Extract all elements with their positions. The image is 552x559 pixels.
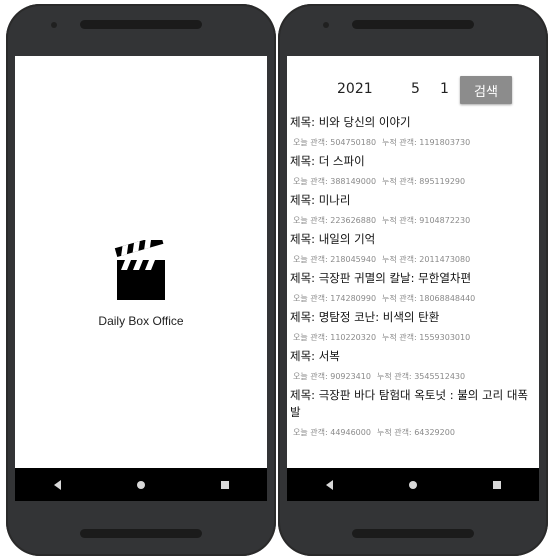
movie-title: 제목: 명탐정 코난: 비색의 탄환	[290, 310, 440, 324]
today-audience-label: 오늘 관객:	[293, 333, 328, 342]
today-audience-value: 218045940	[330, 255, 377, 264]
front-camera	[51, 22, 57, 28]
back-button[interactable]	[314, 475, 344, 495]
today-audience-value: 504750180	[330, 138, 377, 147]
movie-stats: 오늘 관객: 110220320 누적 관객: 1559303010	[290, 332, 536, 343]
day-field[interactable]: 1	[440, 81, 449, 97]
total-audience-label: 누적 관객:	[376, 428, 412, 437]
back-triangle-icon	[325, 479, 333, 490]
total-audience-label: 누적 관객:	[382, 138, 417, 147]
back-button[interactable]	[42, 475, 72, 495]
total-audience-label: 누적 관객:	[382, 333, 417, 342]
movie-list: 제목: 비와 당신의 이야기오늘 관객: 504750180 누적 관객: 119…	[290, 114, 536, 443]
list-item[interactable]: 제목: 명탐정 코난: 비색의 탄환오늘 관객: 110220320 누적 관객:…	[290, 309, 536, 343]
today-audience-label: 오늘 관객:	[293, 138, 328, 147]
total-audience-label: 누적 관객:	[382, 216, 417, 225]
movie-title: 제목: 미나리	[290, 193, 351, 207]
home-button[interactable]	[126, 475, 156, 495]
total-audience-label: 누적 관객:	[376, 372, 412, 381]
year-field[interactable]: 2021	[337, 81, 373, 97]
movie-stats: 오늘 관객: 44946000 누적 관객: 64329200	[290, 427, 536, 438]
date-search-row: 2021 5 1 검색	[287, 76, 539, 104]
phone-frame-left: Daily Box Office	[6, 4, 276, 556]
phone-frame-right: 2021 5 1 검색 제목: 비와 당신의 이야기오늘 관객: 5047501…	[278, 4, 548, 556]
today-audience-value: 44946000	[330, 428, 371, 437]
list-item[interactable]: 제목: 서복오늘 관객: 90923410 누적 관객: 3545512430	[290, 348, 536, 382]
list-item[interactable]: 제목: 극장판 귀멸의 칼날: 무한열차편오늘 관객: 174280990 누적 …	[290, 270, 536, 304]
splash-screen: Daily Box Office	[15, 56, 267, 468]
app-title: Daily Box Office	[98, 314, 184, 328]
movie-stats: 오늘 관객: 218045940 누적 관객: 2011473080	[290, 254, 536, 265]
search-button[interactable]: 검색	[460, 76, 512, 104]
total-audience-value: 9104872230	[419, 216, 471, 225]
today-audience-label: 오늘 관객:	[293, 255, 328, 264]
total-audience-value: 1559303010	[419, 333, 471, 342]
bottom-speaker	[352, 529, 474, 538]
total-audience-value: 1191803730	[419, 138, 471, 147]
recents-button[interactable]	[210, 475, 240, 495]
earpiece-speaker	[80, 20, 202, 29]
total-audience-label: 누적 관객:	[382, 177, 417, 186]
movie-stats: 오늘 관객: 223626880 누적 관객: 9104872230	[290, 215, 536, 226]
recents-square-icon	[493, 480, 501, 489]
total-audience-label: 누적 관객:	[382, 255, 417, 264]
today-audience-value: 174280990	[330, 294, 377, 303]
back-triangle-icon	[53, 479, 61, 490]
bottom-speaker	[80, 529, 202, 538]
home-circle-icon	[409, 480, 417, 489]
box-office-screen: 2021 5 1 검색 제목: 비와 당신의 이야기오늘 관객: 5047501…	[287, 56, 539, 468]
today-audience-label: 오늘 관객:	[293, 177, 328, 186]
movie-title: 제목: 더 스파이	[290, 154, 365, 168]
today-audience-label: 오늘 관객:	[293, 372, 328, 381]
total-audience-value: 3545512430	[414, 372, 466, 381]
month-field[interactable]: 5	[411, 81, 420, 97]
home-button[interactable]	[398, 475, 428, 495]
movie-title: 제목: 극장판 귀멸의 칼날: 무한열차편	[290, 271, 472, 285]
movie-title: 제목: 내일의 기억	[290, 232, 376, 246]
front-camera	[323, 22, 329, 28]
today-audience-label: 오늘 관객:	[293, 428, 328, 437]
list-item[interactable]: 제목: 극장판 바다 탐험대 옥토넛 : 불의 고리 대폭발오늘 관객: 449…	[290, 387, 536, 438]
total-audience-value: 895119290	[419, 177, 466, 186]
today-audience-value: 90923410	[330, 372, 371, 381]
recents-square-icon	[221, 480, 229, 489]
recents-button[interactable]	[482, 475, 512, 495]
list-item[interactable]: 제목: 비와 당신의 이야기오늘 관객: 504750180 누적 관객: 119…	[290, 114, 536, 148]
today-audience-label: 오늘 관객:	[293, 294, 328, 303]
list-item[interactable]: 제목: 더 스파이오늘 관객: 388149000 누적 관객: 89511929…	[290, 153, 536, 187]
home-circle-icon	[137, 480, 145, 489]
total-audience-value: 64329200	[414, 428, 455, 437]
earpiece-speaker	[352, 20, 474, 29]
total-audience-label: 누적 관객:	[382, 294, 417, 303]
movie-title: 제목: 극장판 바다 탐험대 옥토넛 : 불의 고리 대폭발	[290, 388, 529, 419]
clapperboard-icon	[114, 240, 165, 300]
total-audience-value: 2011473080	[419, 255, 471, 264]
list-item[interactable]: 제목: 미나리오늘 관객: 223626880 누적 관객: 9104872230	[290, 192, 536, 226]
navigation-bar	[287, 468, 539, 501]
movie-title: 제목: 서복	[290, 349, 340, 363]
today-audience-value: 388149000	[330, 177, 377, 186]
today-audience-value: 223626880	[330, 216, 377, 225]
today-audience-value: 110220320	[330, 333, 377, 342]
navigation-bar	[15, 468, 267, 501]
today-audience-label: 오늘 관객:	[293, 216, 328, 225]
movie-stats: 오늘 관객: 388149000 누적 관객: 895119290	[290, 176, 536, 187]
list-item[interactable]: 제목: 내일의 기억오늘 관객: 218045940 누적 관객: 2011473…	[290, 231, 536, 265]
total-audience-value: 18068848440	[419, 294, 476, 303]
movie-stats: 오늘 관객: 504750180 누적 관객: 1191803730	[290, 137, 536, 148]
movie-stats: 오늘 관객: 174280990 누적 관객: 18068848440	[290, 293, 536, 304]
movie-title: 제목: 비와 당신의 이야기	[290, 115, 411, 129]
movie-stats: 오늘 관객: 90923410 누적 관객: 3545512430	[290, 371, 536, 382]
